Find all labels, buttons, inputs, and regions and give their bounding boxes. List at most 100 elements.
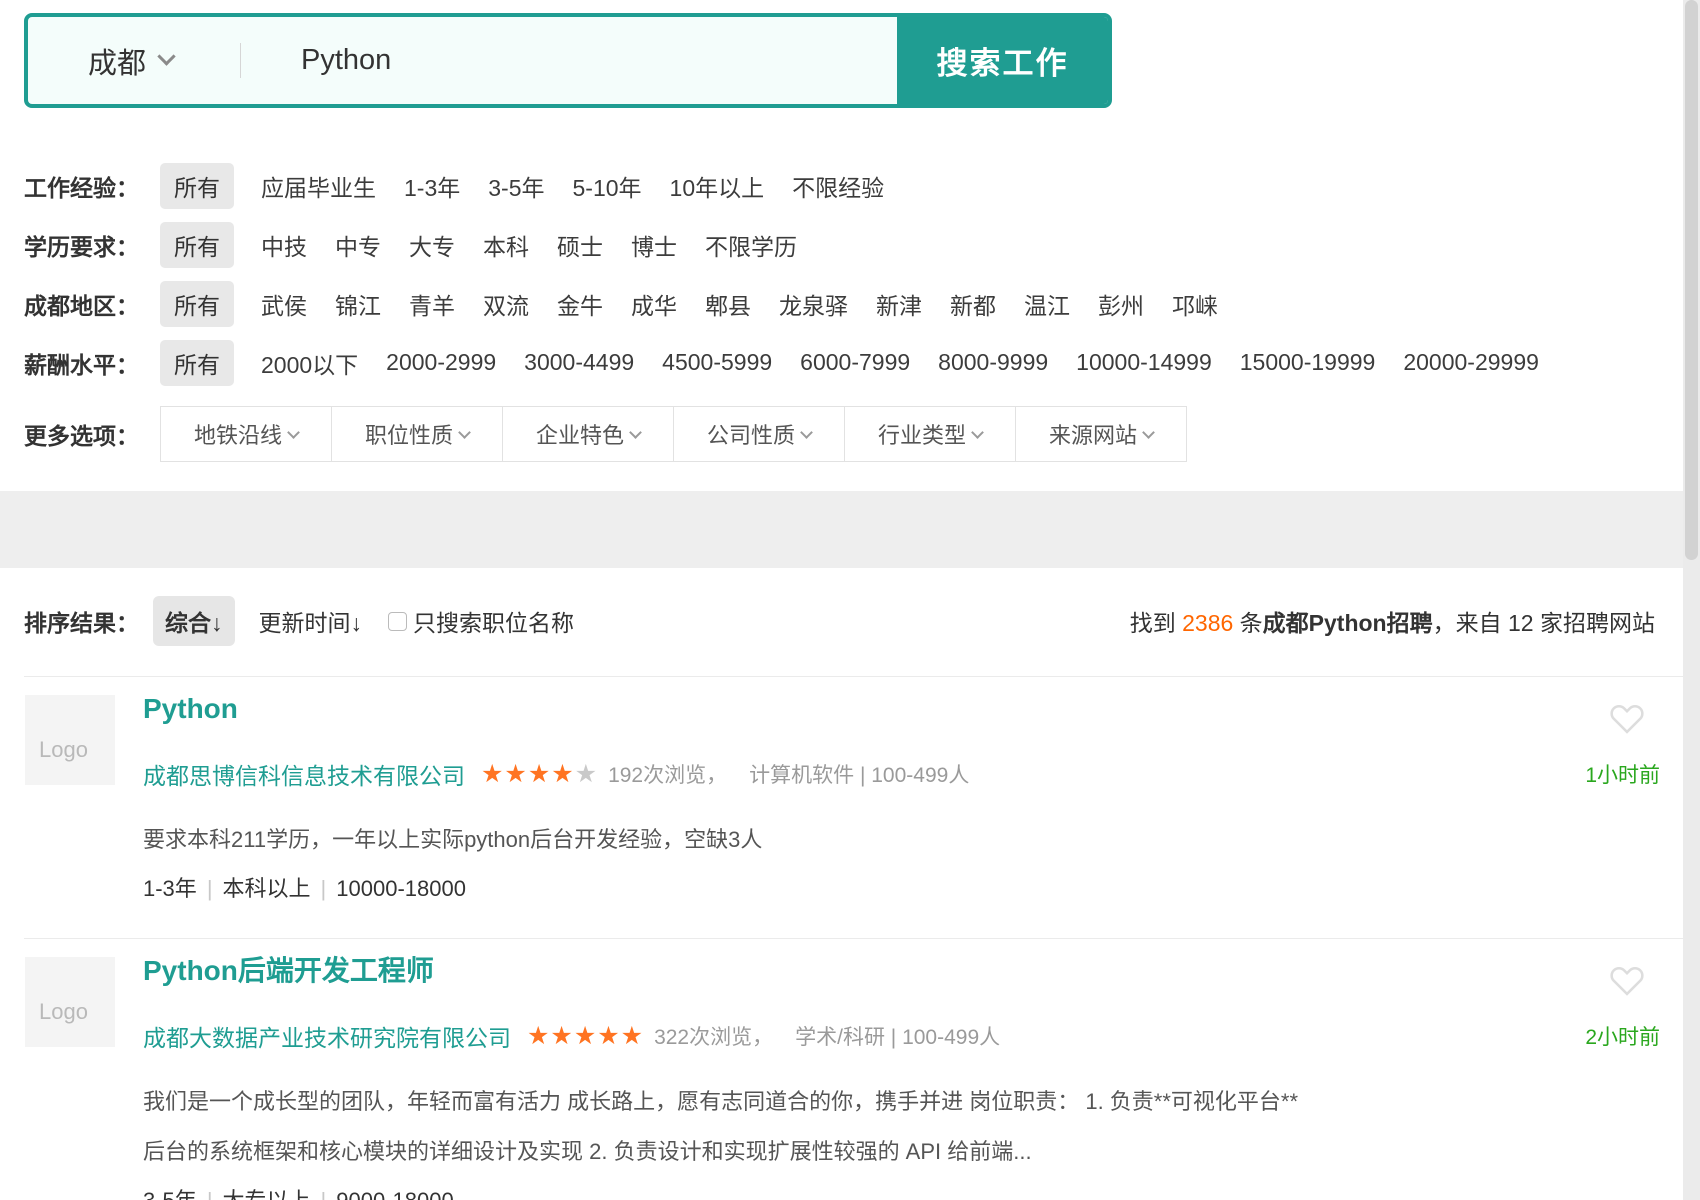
filter-row-experience: 工作经验： 所有 应届毕业生 1-3年 3-5年 5-10年 10年以上 不限经… [24, 156, 1700, 215]
dropdown-label: 行业类型 [878, 418, 966, 450]
dropdown-job-nature[interactable]: 职位性质 [331, 406, 503, 462]
sort-comprehensive-button[interactable]: 综合↓ [153, 596, 235, 646]
stats-suffix: ，来自 12 家招聘网站 [1433, 610, 1655, 636]
filter-option[interactable]: 郫县 [705, 287, 751, 321]
filter-label-more-options: 更多选项： [24, 417, 160, 451]
job-experience: 1-3年 [143, 876, 197, 901]
filter-option[interactable]: 不限经验 [792, 169, 884, 203]
dropdown-source-site[interactable]: 来源网站 [1015, 406, 1187, 462]
job-description-line: 后台的系统框架和核心模块的详细设计及实现 2. 负责设计和实现扩展性较强的 AP… [143, 1127, 1655, 1177]
search-bar: 成都 搜索工作 [24, 13, 1112, 108]
filter-option[interactable]: 10000-14999 [1076, 349, 1212, 376]
filter-option[interactable]: 15000-19999 [1240, 349, 1376, 376]
dropdown-label: 企业特色 [536, 418, 624, 450]
job-experience: 3-5年 [143, 1188, 197, 1200]
filter-row-district: 成都地区： 所有 武侯 锦江 青羊 双流 金牛 成华 郫县 龙泉驿 新津 新都 … [24, 274, 1700, 333]
job-card: Logo Python后端开发工程师 成都大数据产业技术研究院有限公司 ★★★★… [24, 938, 1700, 1200]
dropdown-label: 来源网站 [1049, 418, 1137, 450]
filter-option-all[interactable]: 所有 [160, 163, 234, 209]
filter-option-all[interactable]: 所有 [160, 281, 234, 327]
logo-placeholder-text: Logo [39, 737, 88, 763]
filter-option[interactable]: 硕士 [557, 228, 603, 262]
dropdown-metro[interactable]: 地铁沿线 [160, 406, 332, 462]
favorite-heart-icon[interactable] [1609, 965, 1645, 1003]
city-selector[interactable]: 成都 [28, 17, 240, 104]
search-button[interactable]: 搜索工作 [897, 17, 1108, 104]
filter-option[interactable]: 20000-29999 [1403, 349, 1539, 376]
search-input-wrap [241, 17, 897, 104]
filter-option[interactable]: 2000-2999 [386, 349, 496, 376]
view-count: 192次浏览， [608, 759, 727, 789]
filter-option[interactable]: 大专 [409, 228, 455, 262]
filter-option[interactable]: 应届毕业生 [261, 169, 376, 203]
scrollbar-thumb[interactable] [1685, 0, 1698, 560]
filter-option[interactable]: 青羊 [409, 287, 455, 321]
view-count: 322次浏览， [654, 1021, 773, 1051]
filter-option[interactable]: 武侯 [261, 287, 307, 321]
job-salary: 9000-18000 [336, 1188, 453, 1200]
stats-prefix: 找到 [1130, 610, 1182, 636]
filter-option[interactable]: 中专 [335, 228, 381, 262]
filter-option-all[interactable]: 所有 [160, 340, 234, 386]
company-row: 成都思博信科信息技术有限公司 ★★★★★ 192次浏览， 计算机软件 | 100… [143, 757, 1655, 791]
job-salary: 10000-18000 [336, 876, 466, 901]
job-card: Logo Python 成都思博信科信息技术有限公司 ★★★★★ 192次浏览，… [24, 676, 1700, 938]
filter-option[interactable]: 成华 [631, 287, 677, 321]
dropdown-company-feature[interactable]: 企业特色 [502, 406, 674, 462]
job-education: 大专以上 [223, 1188, 311, 1200]
filter-option[interactable]: 双流 [483, 287, 529, 321]
stats-count: 2386 [1182, 610, 1233, 636]
filter-option[interactable]: 3000-4499 [524, 349, 634, 376]
dropdown-industry[interactable]: 行业类型 [844, 406, 1016, 462]
filter-option[interactable]: 4500-5999 [662, 349, 772, 376]
company-category-size: 学术/科研 | 100-499人 [795, 1021, 1000, 1051]
chevron-down-icon [1142, 426, 1155, 439]
filter-option[interactable]: 6000-7999 [800, 349, 910, 376]
rating-stars: ★★★★★ [527, 1024, 644, 1049]
job-title-link[interactable]: Python后端开发工程师 [143, 951, 1655, 991]
filter-option-all[interactable]: 所有 [160, 222, 234, 268]
filter-option[interactable]: 本科 [483, 228, 529, 262]
scrollbar-track[interactable] [1683, 0, 1700, 1200]
title-only-checkbox[interactable] [388, 612, 407, 631]
post-time: 2小时前 [1585, 1021, 1660, 1051]
company-name-link[interactable]: 成都思博信科信息技术有限公司 [143, 757, 465, 791]
filter-option[interactable]: 8000-9999 [938, 349, 1048, 376]
job-description-line: 要求本科211学历，一年以上实际python后台开发经验，空缺3人 [143, 815, 1655, 865]
filter-option[interactable]: 金牛 [557, 287, 603, 321]
dropdown-company-type[interactable]: 公司性质 [673, 406, 845, 462]
chevron-down-icon [157, 47, 175, 65]
filter-option[interactable]: 2000以下 [261, 346, 358, 380]
filter-option[interactable]: 不限学历 [705, 228, 797, 262]
filter-option[interactable]: 锦江 [335, 287, 381, 321]
filter-row-education: 学历要求： 所有 中技 中专 大专 本科 硕士 博士 不限学历 [24, 215, 1700, 274]
filter-option[interactable]: 邛崃 [1172, 287, 1218, 321]
filter-option[interactable]: 博士 [631, 228, 677, 262]
job-title-link[interactable]: Python [143, 689, 1655, 729]
filter-option[interactable]: 彭州 [1098, 287, 1144, 321]
filter-option[interactable]: 新津 [876, 287, 922, 321]
sort-by-update-time-button[interactable]: 更新时间↓ [259, 604, 363, 638]
filter-option[interactable]: 5-10年 [573, 169, 642, 203]
filter-option[interactable]: 1-3年 [404, 169, 460, 203]
search-input[interactable] [241, 44, 897, 77]
filter-option[interactable]: 温江 [1024, 287, 1070, 321]
logo-placeholder-text: Logo [39, 999, 88, 1025]
company-logo-placeholder: Logo [25, 957, 115, 1047]
company-name-link[interactable]: 成都大数据产业技术研究院有限公司 [143, 1019, 511, 1053]
filter-row-more-options: 更多选项： 地铁沿线 职位性质 企业特色 公司性质 行业类型 [24, 406, 1700, 462]
title-only-checkbox-wrap[interactable]: 只搜索职位名称 [388, 604, 574, 638]
rating-stars: ★★★★★ [481, 762, 598, 787]
filter-option[interactable]: 中技 [261, 228, 307, 262]
meta-separator: | [321, 1188, 327, 1200]
job-description: 要求本科211学历，一年以上实际python后台开发经验，空缺3人 [143, 815, 1655, 865]
dropdown-label: 公司性质 [707, 418, 795, 450]
filter-option[interactable]: 3-5年 [488, 169, 544, 203]
filter-option[interactable]: 10年以上 [670, 169, 765, 203]
filter-option[interactable]: 龙泉驿 [779, 287, 848, 321]
filter-option[interactable]: 新都 [950, 287, 996, 321]
company-row: 成都大数据产业技术研究院有限公司 ★★★★★ 322次浏览， 学术/科研 | 1… [143, 1019, 1655, 1053]
filter-panel: 工作经验： 所有 应届毕业生 1-3年 3-5年 5-10年 10年以上 不限经… [24, 156, 1700, 462]
filter-label-salary: 薪酬水平： [24, 346, 160, 380]
favorite-heart-icon[interactable] [1609, 703, 1645, 741]
